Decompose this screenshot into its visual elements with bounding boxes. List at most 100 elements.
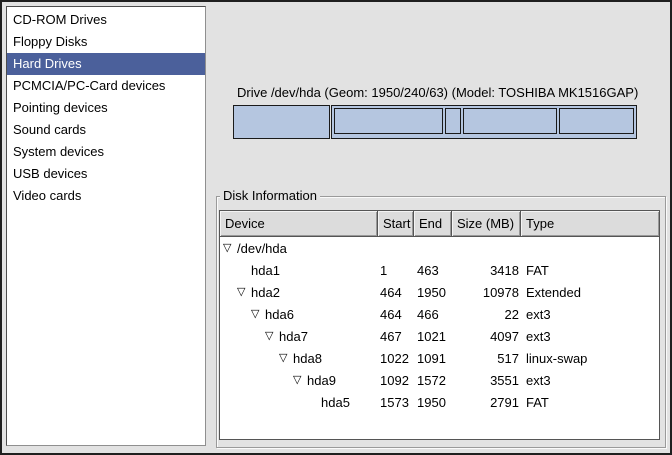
sidebar-item-label: USB devices bbox=[13, 166, 87, 181]
device-name: hda9 bbox=[307, 373, 336, 388]
sidebar-item-system-devices[interactable]: System devices bbox=[7, 141, 205, 163]
type-cell: linux-swap bbox=[521, 351, 659, 366]
table-row-hda8[interactable]: ▽ hda8 1022 1091 517 linux-swap bbox=[220, 347, 659, 369]
expander-icon[interactable]: ▽ bbox=[237, 285, 251, 299]
device-name: /dev/hda bbox=[237, 241, 287, 256]
column-header-size[interactable]: Size (MB) bbox=[452, 211, 521, 236]
sidebar-item-label: System devices bbox=[13, 144, 104, 159]
start-cell: 1092 bbox=[378, 373, 414, 388]
column-header-type[interactable]: Type bbox=[521, 211, 659, 236]
device-name: hda6 bbox=[265, 307, 294, 322]
device-cell: ▽ hda6 bbox=[220, 307, 378, 322]
device-name: hda8 bbox=[293, 351, 322, 366]
tree-indent bbox=[223, 380, 293, 381]
end-cell: 1950 bbox=[414, 285, 452, 300]
table-row-hda5[interactable]: hda5 1573 1950 2791 FAT bbox=[220, 391, 659, 413]
start-cell: 464 bbox=[378, 307, 414, 322]
column-header-device[interactable]: Device bbox=[220, 211, 378, 236]
sidebar-item-sound-cards[interactable]: Sound cards bbox=[7, 119, 205, 141]
sidebar-item-usb-devices[interactable]: USB devices bbox=[7, 163, 205, 185]
size-cell: 3418 bbox=[452, 263, 521, 278]
end-cell: 466 bbox=[414, 307, 452, 322]
tree-indent bbox=[223, 358, 279, 359]
sidebar-item-label: Sound cards bbox=[13, 122, 86, 137]
device-cell: ▽ hda9 bbox=[220, 373, 378, 388]
size-cell: 2791 bbox=[452, 395, 521, 410]
type-cell: FAT bbox=[521, 263, 659, 278]
table-row-hda2[interactable]: ▽ hda2 464 1950 10978 Extended bbox=[220, 281, 659, 303]
start-cell: 1 bbox=[378, 263, 414, 278]
tree-indent bbox=[223, 402, 307, 403]
type-cell: ext3 bbox=[521, 329, 659, 344]
device-category-list[interactable]: CD-ROM Drives Floppy Disks Hard Drives P… bbox=[6, 6, 206, 446]
sidebar-item-floppy-disks[interactable]: Floppy Disks bbox=[7, 31, 205, 53]
sidebar-item-pcmcia-pc-card-devices[interactable]: PCMCIA/PC-Card devices bbox=[7, 75, 205, 97]
device-cell: hda5 bbox=[220, 395, 378, 410]
tree-indent bbox=[223, 314, 251, 315]
tree-indent bbox=[223, 292, 237, 293]
tree-indent bbox=[223, 270, 237, 271]
disk-information-label: Disk Information bbox=[220, 188, 320, 203]
size-cell: 517 bbox=[452, 351, 521, 366]
sidebar-item-cd-rom-drives[interactable]: CD-ROM Drives bbox=[7, 9, 205, 31]
partition-segment-hda7 bbox=[334, 108, 443, 134]
device-cell: ▽ /dev/hda bbox=[220, 241, 378, 256]
device-cell: ▽ hda8 bbox=[220, 351, 378, 366]
start-cell: 467 bbox=[378, 329, 414, 344]
device-cell: ▽ hda7 bbox=[220, 329, 378, 344]
table-row-hda9[interactable]: ▽ hda9 1092 1572 3551 ext3 bbox=[220, 369, 659, 391]
size-cell: 3551 bbox=[452, 373, 521, 388]
sidebar-item-label: CD-ROM Drives bbox=[13, 12, 107, 27]
disk-information-table: Device Start End Size (MB) Type ▽ /dev/h… bbox=[219, 210, 660, 440]
table-row-hda6[interactable]: ▽ hda6 464 466 22 ext3 bbox=[220, 303, 659, 325]
column-header-end[interactable]: End bbox=[414, 211, 452, 236]
device-name: hda5 bbox=[321, 395, 350, 410]
expander-icon[interactable]: ▽ bbox=[293, 373, 307, 387]
table-header: Device Start End Size (MB) Type bbox=[220, 211, 659, 237]
hardware-browser-window: CD-ROM Drives Floppy Disks Hard Drives P… bbox=[0, 0, 672, 455]
column-header-start[interactable]: Start bbox=[378, 211, 414, 236]
size-cell: 22 bbox=[452, 307, 521, 322]
partition-strip bbox=[233, 105, 637, 139]
expander-icon[interactable]: ▽ bbox=[279, 351, 293, 365]
expander-icon[interactable]: ▽ bbox=[265, 329, 279, 343]
sidebar-item-hard-drives[interactable]: Hard Drives bbox=[7, 53, 205, 75]
end-cell: 463 bbox=[414, 263, 452, 278]
table-body: ▽ /dev/hda hda1 1 463 3418 FAT ▽ hda2 46… bbox=[220, 237, 659, 413]
table-row--dev-hda[interactable]: ▽ /dev/hda bbox=[220, 237, 659, 259]
extended-partition-container bbox=[331, 105, 637, 139]
sidebar-item-video-cards[interactable]: Video cards bbox=[7, 185, 205, 207]
size-cell: 4097 bbox=[452, 329, 521, 344]
partition-segment-hda9 bbox=[463, 108, 557, 134]
device-cell: hda1 bbox=[220, 263, 378, 278]
sidebar-item-label: Floppy Disks bbox=[13, 34, 87, 49]
table-row-hda1[interactable]: hda1 1 463 3418 FAT bbox=[220, 259, 659, 281]
tree-indent bbox=[223, 336, 265, 337]
end-cell: 1091 bbox=[414, 351, 452, 366]
expander-icon[interactable]: ▽ bbox=[251, 307, 265, 321]
size-cell: 10978 bbox=[452, 285, 521, 300]
device-name: hda7 bbox=[279, 329, 308, 344]
sidebar-item-label: PCMCIA/PC-Card devices bbox=[13, 78, 165, 93]
partition-segment-hda1 bbox=[233, 105, 330, 139]
sidebar-item-pointing-devices[interactable]: Pointing devices bbox=[7, 97, 205, 119]
end-cell: 1021 bbox=[414, 329, 452, 344]
table-row-hda7[interactable]: ▽ hda7 467 1021 4097 ext3 bbox=[220, 325, 659, 347]
sidebar-item-label: Pointing devices bbox=[13, 100, 108, 115]
drive-title: Drive /dev/hda (Geom: 1950/240/63) (Mode… bbox=[237, 85, 638, 100]
device-name: hda2 bbox=[251, 285, 280, 300]
expander-icon[interactable]: ▽ bbox=[223, 241, 237, 255]
sidebar-item-label: Video cards bbox=[13, 188, 81, 203]
type-cell: ext3 bbox=[521, 373, 659, 388]
partition-segment-hda8 bbox=[445, 108, 460, 134]
partition-segment-hda5 bbox=[559, 108, 634, 134]
end-cell: 1950 bbox=[414, 395, 452, 410]
end-cell: 1572 bbox=[414, 373, 452, 388]
start-cell: 1573 bbox=[378, 395, 414, 410]
type-cell: ext3 bbox=[521, 307, 659, 322]
type-cell: FAT bbox=[521, 395, 659, 410]
device-cell: ▽ hda2 bbox=[220, 285, 378, 300]
type-cell: Extended bbox=[521, 285, 659, 300]
device-name: hda1 bbox=[251, 263, 280, 278]
start-cell: 464 bbox=[378, 285, 414, 300]
